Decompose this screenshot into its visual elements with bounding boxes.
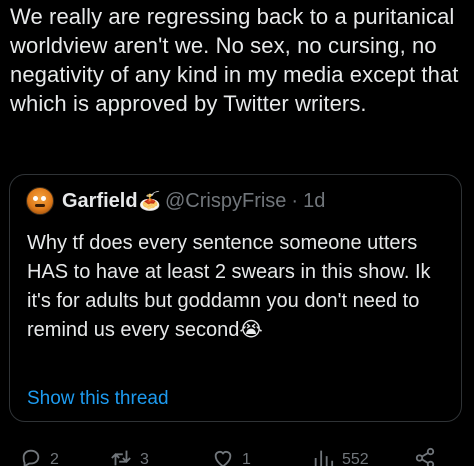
views-icon [314,450,334,466]
quoted-timestamp[interactable]: 1d [303,190,325,213]
retweet-count: 3 [140,451,149,466]
spaghetti-emoji: 🍝 [138,190,161,211]
like-count: 1 [242,451,251,466]
show-thread-link[interactable]: Show this thread [27,388,169,410]
share-icon [415,447,435,466]
quoted-display-name[interactable]: Garfield [62,190,138,213]
reply-icon [22,449,40,466]
quoted-tweet-header: Garfield 🍝 @CrispyFrise · 1d [26,186,325,216]
retweet-icon [111,450,131,466]
views-button[interactable]: 552 [312,447,369,466]
reply-button[interactable]: 2 [20,447,59,466]
reply-count: 2 [50,451,59,466]
avatar[interactable] [26,187,54,215]
tweet-text: We really are regressing back to a purit… [10,4,459,116]
like-button[interactable]: 1 [212,447,251,466]
action-bar: 2 3 1 552 [0,447,474,466]
views-count: 552 [342,451,369,466]
quoted-tweet-card[interactable]: Garfield 🍝 @CrispyFrise · 1d Why tf does… [9,174,462,422]
quoted-tweet-text: Why tf does every sentence someone utter… [27,232,431,341]
quoted-handle[interactable]: @CrispyFrise [165,190,286,213]
dot-separator: · [291,189,299,212]
share-button[interactable] [414,447,436,466]
like-icon [214,451,232,466]
retweet-button[interactable]: 3 [110,447,149,466]
